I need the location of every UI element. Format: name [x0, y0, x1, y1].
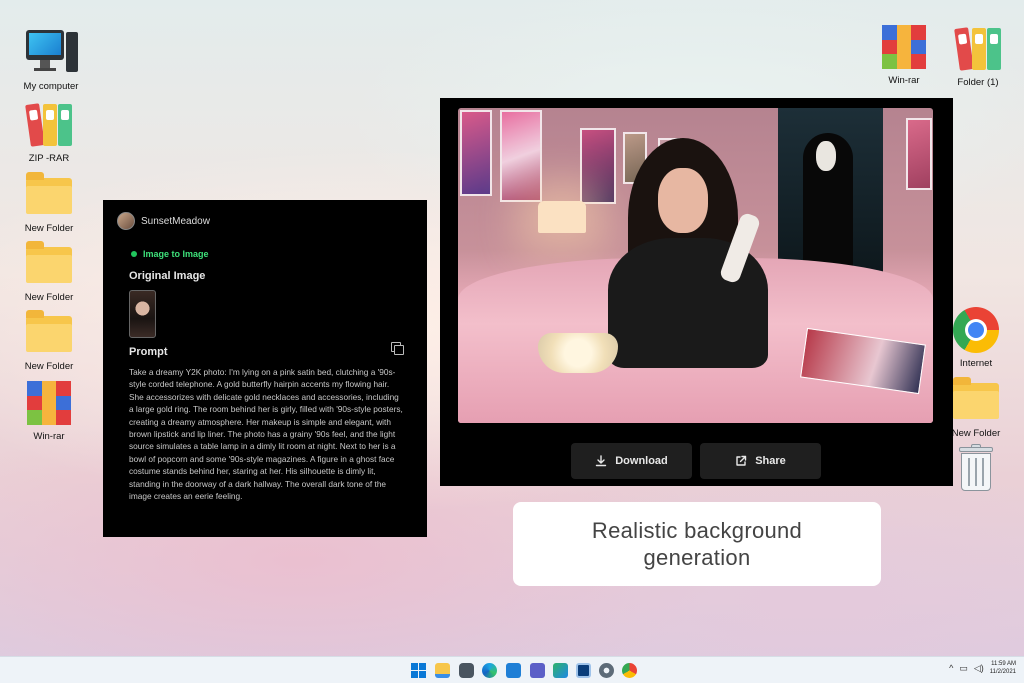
desktop-icon-new-folder-2[interactable]: New Folder: [9, 239, 89, 303]
desktop-icon-winrar-right[interactable]: Win-rar: [864, 22, 944, 86]
original-image-thumbnail[interactable]: [129, 290, 156, 338]
clock[interactable]: 11:59 AM 11/2/2021: [990, 660, 1016, 676]
chrome-icon: [951, 305, 1001, 355]
desktop-icon-zip-rar[interactable]: ZIP -RAR: [9, 100, 89, 164]
caption-card: Realistic background generation: [513, 502, 881, 586]
camera-icon[interactable]: [459, 663, 474, 678]
download-button[interactable]: Download: [571, 443, 692, 479]
prompt-title: Prompt: [129, 346, 168, 358]
copy-icon[interactable]: [391, 342, 404, 355]
desktop-icon-winrar[interactable]: Win-rar: [9, 378, 89, 442]
download-icon: [596, 455, 607, 467]
desktop-icon-new-folder-3[interactable]: New Folder: [9, 308, 89, 372]
generated-image[interactable]: [458, 108, 933, 423]
windows-start-icon[interactable]: [411, 663, 426, 678]
prompt-panel: SunsetMeadow Image to Image Original Ima…: [103, 200, 427, 537]
winrar-icon: [24, 378, 74, 428]
desktop-icon-label: Folder (1): [957, 77, 999, 88]
taskbar: ^ ▭ ◁) 11:59 AM 11/2/2021: [0, 656, 1024, 683]
username: SunsetMeadow: [141, 215, 210, 227]
mode-indicator: Image to Image: [131, 249, 209, 259]
share-button[interactable]: Share: [700, 443, 821, 479]
settings-icon[interactable]: [599, 663, 614, 678]
desktop-icon-folder-1[interactable]: Folder (1): [938, 24, 1018, 88]
image-panel: Download Share: [440, 98, 953, 486]
network-icon[interactable]: ▭: [959, 663, 968, 674]
desktop-icon-label: New Folder: [24, 223, 74, 234]
caption-text: Realistic background generation: [591, 518, 803, 570]
desktop-icon-label: New Folder: [24, 292, 74, 303]
file-explorer-icon[interactable]: [435, 663, 450, 678]
desktop-icon-label: My computer: [23, 81, 79, 92]
edge-icon[interactable]: [482, 663, 497, 678]
desktop-icon-my-computer[interactable]: My computer: [11, 28, 91, 92]
folder-icon: [24, 170, 74, 220]
desktop-icon-label: Win-rar: [888, 75, 920, 86]
recycle-bin-icon: [951, 444, 1001, 494]
maps-icon[interactable]: [553, 663, 568, 678]
store-icon[interactable]: [506, 663, 521, 678]
computer-icon: [26, 28, 78, 78]
clock-time: 11:59 AM: [991, 661, 1016, 667]
folder-icon: [951, 375, 1001, 425]
system-tray: ^ ▭ ◁) 11:59 AM 11/2/2021: [949, 660, 1016, 676]
mode-label: Image to Image: [143, 249, 209, 259]
share-icon: [736, 455, 747, 466]
volume-icon[interactable]: ◁): [974, 663, 984, 674]
desktop-icon-label: Internet: [959, 358, 993, 369]
folder-icon: [24, 308, 74, 358]
winrar-icon: [879, 22, 929, 72]
user-row[interactable]: SunsetMeadow: [117, 212, 210, 230]
original-image-title: Original Image: [129, 270, 206, 282]
teams-icon[interactable]: [530, 663, 545, 678]
prompt-text: Take a dreamy Y2K photo: I'm lying on a …: [129, 367, 403, 502]
clock-date: 11/2/2021: [989, 669, 1016, 675]
folder-icon: [24, 239, 74, 289]
chrome-taskbar-icon[interactable]: [622, 663, 637, 678]
desktop-icon-label: New Folder: [24, 361, 74, 372]
status-dot-icon: [131, 251, 137, 257]
avatar: [117, 212, 135, 230]
active-app-icon[interactable]: [576, 663, 591, 678]
desktop-icon-label: Win-rar: [33, 431, 65, 442]
desktop-icon-new-folder-1[interactable]: New Folder: [9, 170, 89, 234]
desktop-icon-label: New Folder: [951, 428, 1001, 439]
desktop-icon-label: ZIP -RAR: [28, 153, 70, 164]
binder-icon: [24, 100, 74, 150]
download-label: Download: [615, 455, 668, 467]
chevron-up-icon[interactable]: ^: [949, 663, 953, 673]
share-label: Share: [755, 455, 786, 467]
binder-icon: [953, 24, 1003, 74]
